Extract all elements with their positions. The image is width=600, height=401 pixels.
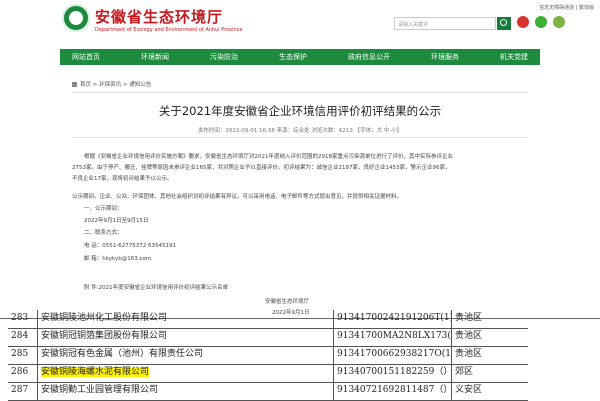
highlighted-company: 安徽铜陵海螺水泥有限公司	[41, 367, 150, 377]
nav-news[interactable]: 环境新闻	[141, 49, 169, 65]
paragraph: 根据《安徽省企业环境信用评价实施方案》要求，安徽省生态环境厅对2021年度纳入评…	[84, 154, 453, 160]
main-nav: 网站首页 环境新闻 污染防治 生态保护 政府信息公开 环境服务 机关党建	[60, 49, 540, 65]
emblem-logo[interactable]	[62, 4, 90, 32]
contact-email[interactable]: 邮 箱：hkykyb@163.com	[84, 254, 151, 262]
divider	[72, 92, 528, 93]
site-name[interactable]: 安徽省生态环境厅	[95, 6, 223, 27]
weibo-icon[interactable]	[517, 16, 529, 28]
search-button[interactable]	[497, 17, 511, 30]
paragraph: 公示期间，企业、公众、环保团体、其他社会组织对初评结果有异议，可以采用电话、电子…	[72, 194, 403, 200]
article-meta: 发布时间：2022-09-01 16:38 来源：综合处 浏览次数：6213 【…	[197, 128, 403, 134]
nav-home[interactable]: 网站首页	[72, 49, 100, 65]
divider	[72, 137, 528, 138]
paragraph: 二、联系方式：	[84, 230, 123, 236]
table-row: 285 安徽铜冠有色金属（池州）有限责任公司 91341700662938217O(…	[8, 346, 528, 365]
nav-pollution[interactable]: 污染防治	[210, 49, 238, 65]
nav-services[interactable]: 环境服务	[431, 49, 459, 65]
site-header: 安徽省生态环境厅 Department of Ecology and Envir…	[0, 0, 600, 48]
table-row: 287 安徽铜勤工业园管理有限公司 91340721692811487（） 义安区	[8, 382, 528, 401]
nav-party[interactable]: 机关党建	[500, 49, 528, 65]
table-row: 284安徽铜冠铜箔集团股份有限公司91341700MA2N8LX173(11)贵…	[8, 328, 528, 347]
table-row: 283 安徽铜陵池州化工股份有限公司 91341700242191206T(1) 贵池…	[8, 310, 528, 329]
attachment-link[interactable]: 附 件:2021年度安徽省企业环境信用评价初评结果公示名单	[84, 283, 228, 291]
paragraph: 2753家。由于停产、搬迁、挂牌等原因未参评企业165家，共对照企业予以直接评价…	[72, 165, 451, 171]
android-icon[interactable]	[553, 16, 565, 28]
search-input[interactable]: 请输入关键字	[394, 17, 496, 30]
nav-disclosure[interactable]: 政府信息公开	[348, 49, 390, 65]
home-icon	[72, 82, 77, 87]
paragraph: 一、公示期间：	[84, 206, 123, 212]
table-row: 286 安徽铜陵海螺水泥有限公司 91340700151182259（） 郊区	[8, 364, 528, 383]
page-title: 关于2021年度安徽省企业环境信用评价初评结果的公示	[158, 104, 442, 118]
paragraph: 不良企业17家，现将初评结果予以公示。	[72, 176, 173, 182]
top-links[interactable]: 信息无障碍通道 | 繁体版	[539, 4, 594, 11]
site-name-en: Department of Ecology and Environment of…	[95, 27, 243, 33]
contact-phone: 电 话：0551-62775372 63545191	[84, 243, 176, 249]
nav-ecology[interactable]: 生态保护	[279, 49, 307, 65]
signature: 安徽省生态环境厅	[265, 299, 310, 305]
breadcrumb[interactable]: 首页 > 环保资讯 > 通知公告	[72, 80, 151, 88]
paragraph: 2022年9月1日至9月15日	[84, 218, 149, 224]
wechat-icon[interactable]	[535, 16, 547, 28]
result-table: 283 安徽铜陵池州化工股份有限公司 91341700242191206T(1) 贵池…	[0, 310, 600, 401]
